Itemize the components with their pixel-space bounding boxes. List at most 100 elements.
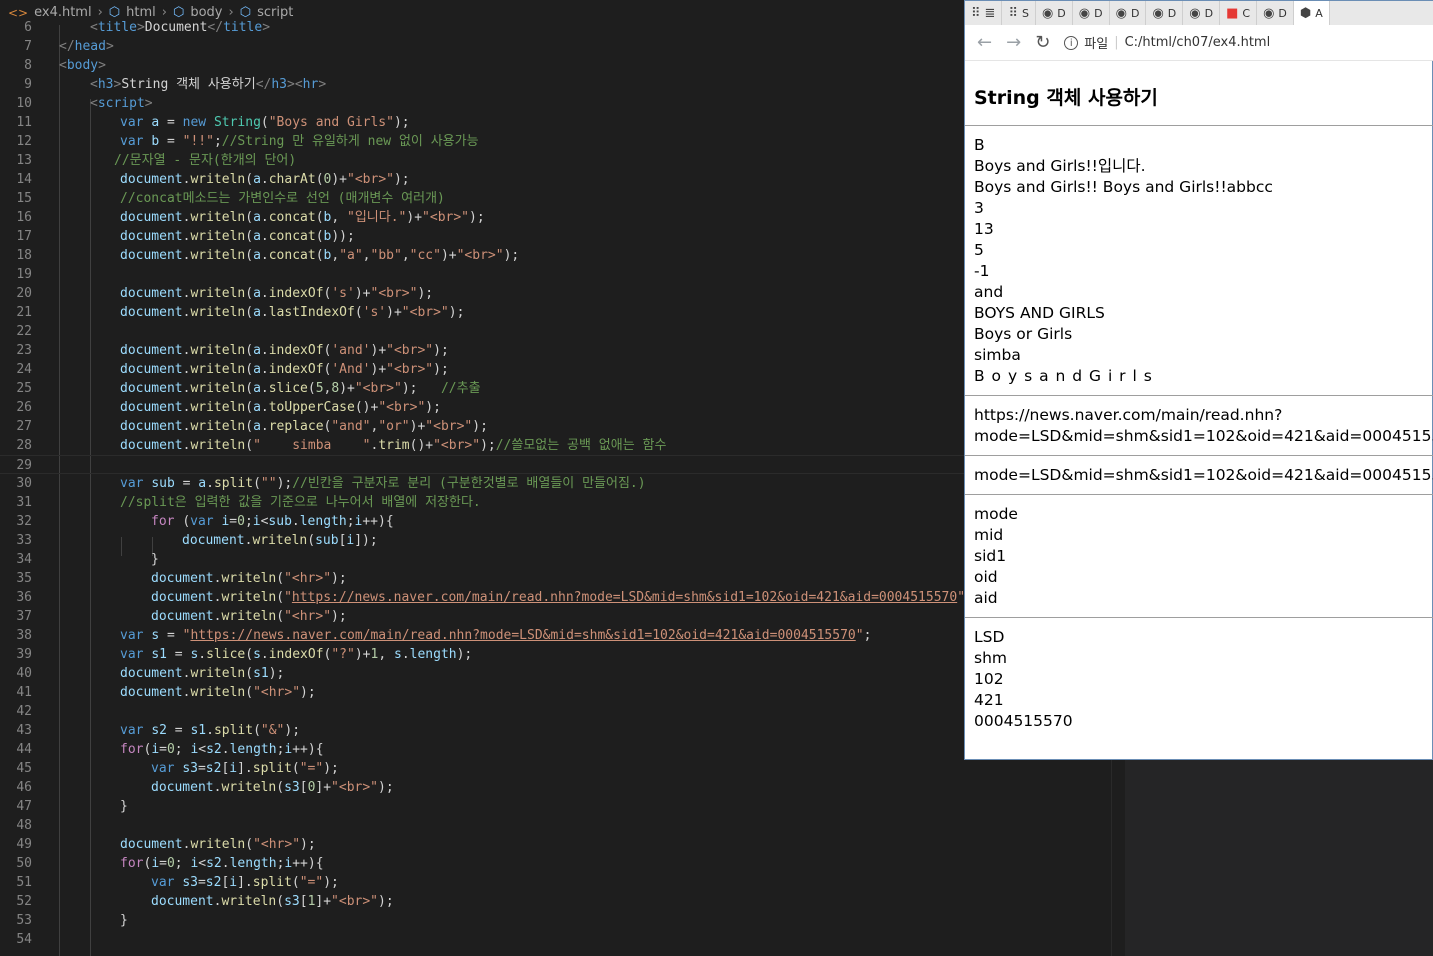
tab[interactable]: ◉ D — [1183, 1, 1221, 25]
output-key: mid — [974, 526, 1004, 544]
tab[interactable]: ◉ D — [1257, 1, 1294, 25]
back-arrow-icon[interactable]: ← — [977, 32, 992, 53]
line-number: 15 — [16, 191, 32, 206]
line-text: document.writeln(sub[i]); — [182, 533, 378, 548]
output-line: Boys and Girls!! Boys and Girls!!abbcc — [974, 178, 1273, 196]
line-number: 30 — [16, 476, 32, 491]
line-number: 26 — [16, 400, 32, 415]
browser-window[interactable]: ⠿ ≣ ⠿ S ◉ D ◉ D ◉ D ◉ D ◉ D ■ C ◉ D ⬢ A ← → ↻ i 파일… — [964, 0, 1433, 760]
page-heading: String 객체 사용하기 — [974, 87, 1158, 109]
tab-label: C — [1242, 6, 1251, 20]
output-url-line1: https://news.naver.com/main/read.nhn? — [974, 406, 1283, 424]
line-number: 28 — [16, 438, 32, 453]
horizontal-rule — [965, 395, 1433, 396]
forward-arrow-icon[interactable]: → — [1006, 32, 1021, 53]
line-number: 48 — [16, 818, 32, 833]
tab[interactable]: ■ C — [1220, 1, 1258, 25]
tab-label: S — [1021, 6, 1029, 20]
line-number: 18 — [16, 248, 32, 263]
line-text: document.writeln("https://news.naver.com… — [151, 590, 981, 605]
line-number: 16 — [16, 210, 32, 225]
output-value: 0004515570 — [974, 712, 1073, 730]
line-text: } — [151, 552, 159, 567]
line-text: document.writeln(a.concat(b, "입니다.")+"<b… — [120, 210, 485, 225]
line-number: 46 — [16, 780, 32, 795]
line-number: 41 — [16, 685, 32, 700]
line-text: document.writeln("<hr>"); — [151, 609, 347, 624]
globe-icon: ◉ — [1041, 5, 1054, 21]
address-bar[interactable]: i 파일 | C:/html/ch07/ex4.html — [1064, 28, 1271, 57]
output-query: mode=LSD&mid=shm&sid1=102&oid=421&aid=00… — [974, 466, 1433, 484]
output-line: simba — [974, 346, 1021, 364]
line-number: 11 — [16, 115, 32, 130]
browser-toolbar: ← → ↻ i 파일 | C:/html/ch07/ex4.html — [965, 25, 1433, 61]
line-text: var s3=s2[i].split("="); — [151, 875, 339, 890]
tab-label: D — [1130, 6, 1140, 20]
output-url-line2: mode=LSD&mid=shm&sid1=102&oid=421&aid=00… — [974, 427, 1433, 445]
line-text: document.writeln(a.indexOf('and')+"<br>"… — [120, 343, 449, 358]
tab[interactable]: ◉ D — [1036, 1, 1073, 25]
globe-icon: ◉ — [1263, 5, 1275, 21]
line-text: var b = "!!";//String 만 유일하게 new 없이 사용가능 — [120, 134, 479, 149]
output-line: BOYS AND GIRLS — [974, 304, 1105, 322]
line-number: 34 — [16, 552, 32, 567]
output-line: Boys or Girls — [974, 325, 1073, 343]
line-number: 13 — [16, 153, 32, 168]
line-text: var s2 = s1.split("&"); — [120, 723, 301, 738]
globe-icon: ◉ — [1115, 5, 1127, 21]
line-number: 43 — [16, 723, 32, 738]
tab-label: D — [1167, 6, 1177, 20]
line-number: 6 — [24, 20, 32, 35]
line-number: 35 — [16, 571, 32, 586]
line-number: 9 — [24, 77, 32, 92]
output-line: and — [974, 283, 1004, 301]
tab[interactable]: ◉ D — [1073, 1, 1110, 25]
tab-active[interactable]: ⬢ A — [1293, 1, 1330, 25]
info-icon[interactable]: i — [1064, 35, 1079, 50]
tab-strip: ⠿ ≣ ⠿ S ◉ D ◉ D ◉ D ◉ D ◉ D ■ C ◉ D ⬢ A — [965, 1, 1433, 25]
output-value: 102 — [974, 670, 1004, 688]
output-key: aid — [974, 589, 998, 607]
background-panel — [1125, 760, 1433, 956]
tab[interactable]: ◉ D — [1146, 1, 1184, 25]
site-logo-icon: ■ — [1226, 5, 1239, 21]
line-text: document.writeln(a.lastIndexOf('s')+"<br… — [120, 305, 465, 320]
extension-icon: ⠿ — [971, 5, 981, 21]
output-line: 3 — [974, 199, 984, 217]
line-number: 25 — [16, 381, 32, 396]
tab[interactable]: ⠿ ≣ — [965, 1, 1003, 25]
line-number: 49 — [16, 837, 32, 852]
line-number: 32 — [16, 514, 32, 529]
line-number: 44 — [16, 742, 32, 757]
line-text: document.writeln(s3[0]+"<br>"); — [151, 780, 394, 795]
line-text: document.writeln(a.concat(b)); — [120, 229, 355, 244]
line-number: 8 — [24, 58, 32, 73]
line-number: 47 — [16, 799, 32, 814]
line-text: document.writeln(s1); — [120, 666, 285, 681]
line-number: 38 — [16, 628, 32, 643]
tab[interactable]: ⠿ S — [1002, 1, 1036, 25]
output-line: Boys and Girls!!입니다. — [974, 157, 1146, 175]
extension-icon: ⠿ — [1008, 5, 1018, 21]
horizontal-rule — [965, 494, 1433, 495]
line-text: <title>Document</title> — [90, 20, 271, 35]
line-text: var s3=s2[i].split("="); — [151, 761, 339, 776]
output-line: B o y s a n d G i r l s — [974, 367, 1153, 385]
globe-icon: ◉ — [1078, 5, 1091, 21]
reload-icon[interactable]: ↻ — [1035, 32, 1050, 53]
line-text: document.writeln(a.replace("and","or")+"… — [120, 419, 488, 434]
output-line: B — [974, 136, 985, 154]
line-text: document.writeln(a.toUpperCase()+"<br>")… — [120, 400, 441, 415]
address-url[interactable]: C:/html/ch07/ex4.html — [1125, 35, 1271, 50]
line-text: document.writeln(a.concat(b,"a","bb","cc… — [120, 248, 520, 263]
tab[interactable]: ◉ D — [1110, 1, 1147, 25]
tab-label: D — [1278, 6, 1287, 20]
line-text: } — [120, 913, 128, 928]
line-number: 51 — [16, 875, 32, 890]
line-number: 24 — [16, 362, 32, 377]
horizontal-rule — [965, 125, 1433, 126]
document-icon: ≣ — [984, 5, 996, 21]
line-text: document.writeln(a.slice(5,8)+"<br>"); /… — [120, 381, 481, 396]
line-number: 45 — [16, 761, 32, 776]
line-text: <body> — [59, 58, 106, 73]
